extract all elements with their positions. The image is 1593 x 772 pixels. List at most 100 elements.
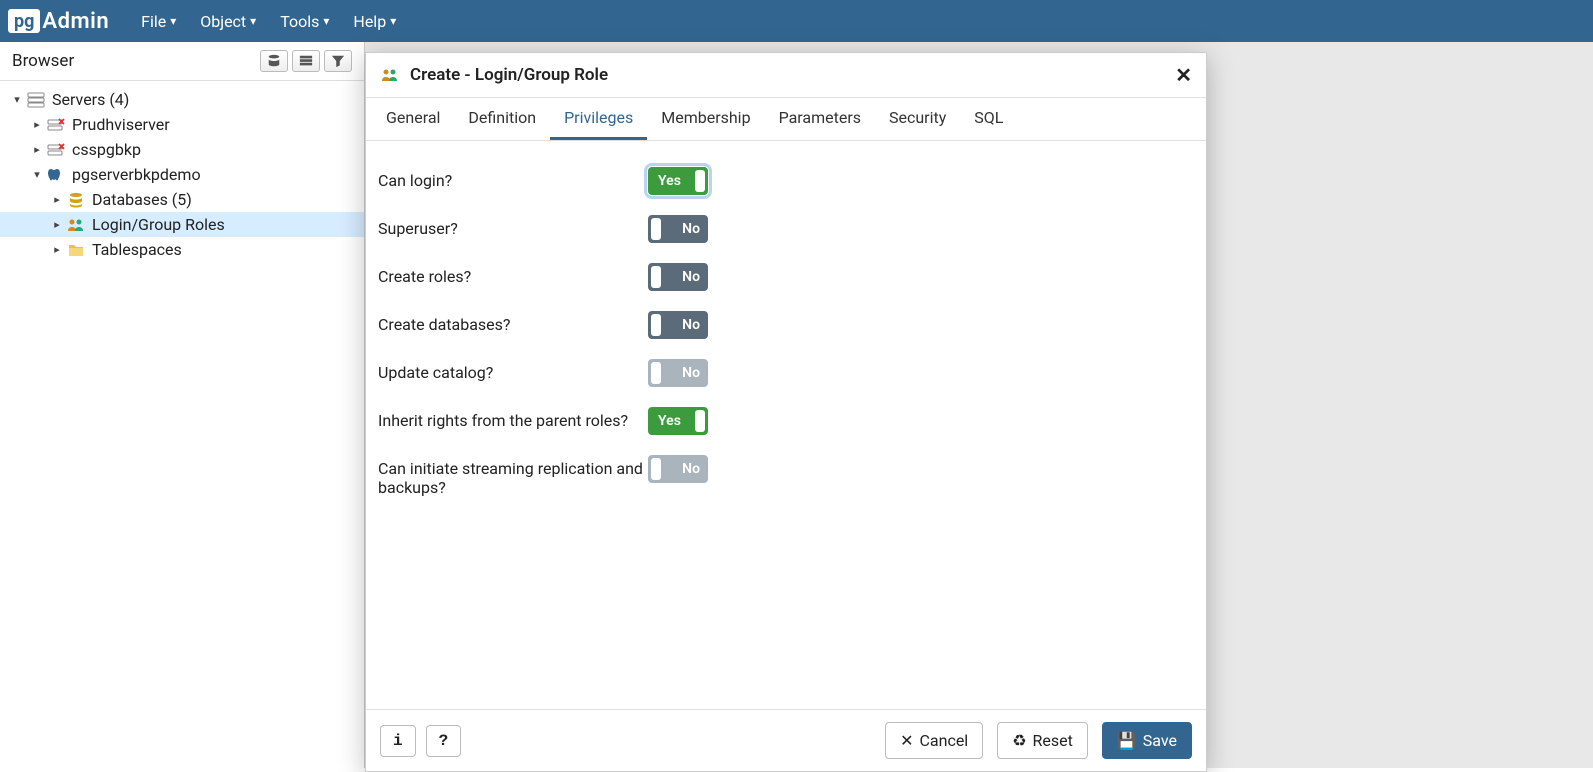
expand-icon[interactable]: ▸ <box>50 193 64 206</box>
privilege-field: Superuser? No <box>376 205 1196 253</box>
create-role-dialog: Create - Login/Group Role ✕ General Defi… <box>365 52 1207 772</box>
toggle-knob <box>651 314 661 336</box>
expand-icon[interactable]: ▸ <box>50 243 64 256</box>
query-tool-button[interactable] <box>260 50 288 72</box>
cancel-button[interactable]: ✕Cancel <box>885 722 983 759</box>
folder-icon <box>66 241 86 259</box>
reset-button[interactable]: ♻Reset <box>997 722 1088 759</box>
server-disconnected-icon <box>46 141 66 159</box>
privilege-label: Inherit rights from the parent roles? <box>376 407 648 430</box>
tab-definition[interactable]: Definition <box>454 98 550 140</box>
app-logo: pg Admin <box>8 9 109 34</box>
chevron-down-icon: ▾ <box>390 14 396 28</box>
collapse-icon[interactable]: ▾ <box>30 168 44 181</box>
toggle-knob <box>651 218 661 240</box>
save-label: Save <box>1143 731 1177 750</box>
menu-tools-label: Tools <box>280 12 319 31</box>
filter-button[interactable] <box>324 50 352 72</box>
tree-databases-item[interactable]: ▸ Databases (5) <box>0 187 364 212</box>
toggle-value: No <box>682 221 700 237</box>
main-content: Create - Login/Group Role ✕ General Defi… <box>365 42 1593 768</box>
elephant-icon <box>46 166 66 184</box>
expand-icon[interactable]: ▸ <box>50 218 64 231</box>
sidebar-toolbar <box>260 50 352 72</box>
database-icon <box>66 191 86 209</box>
main-menu: File▾ Object▾ Tools▾ Help▾ <box>133 8 404 35</box>
toggle-knob <box>651 458 661 480</box>
tree-login-roles-item[interactable]: ▸ Login/Group Roles <box>0 212 364 237</box>
menu-object-label: Object <box>200 12 246 31</box>
tree-item-label: Prudhviserver <box>72 115 170 134</box>
tab-sql[interactable]: SQL <box>960 98 1017 140</box>
tree-servers-label: Servers (4) <box>52 90 129 109</box>
tab-general[interactable]: General <box>372 98 454 140</box>
tree-item-label: Login/Group Roles <box>92 215 225 234</box>
toggle-knob <box>651 362 661 384</box>
privilege-label: Create roles? <box>376 263 648 286</box>
privilege-label: Superuser? <box>376 215 648 238</box>
tree-server-item[interactable]: ▾ pgserverbkpdemo <box>0 162 364 187</box>
info-button[interactable]: i <box>380 725 416 757</box>
logo-text: Admin <box>42 9 109 34</box>
privilege-toggle[interactable]: Yes <box>648 167 708 195</box>
chevron-down-icon: ▾ <box>170 14 176 28</box>
tree-server-item[interactable]: ▸ Prudhviserver <box>0 112 364 137</box>
privilege-toggle[interactable]: No <box>648 311 708 339</box>
dialog-footer: i ? ✕Cancel ♻Reset 💾 Save <box>366 709 1206 771</box>
tree-item-label: Databases (5) <box>92 190 192 209</box>
tree-server-item[interactable]: ▸ csspgbkp <box>0 137 364 162</box>
privilege-field: Create databases?No <box>376 301 1196 349</box>
privilege-field: Update catalog? No <box>376 349 1196 397</box>
recycle-icon: ♻ <box>1012 731 1026 750</box>
collapse-icon[interactable]: ▾ <box>10 93 24 106</box>
menu-file[interactable]: File▾ <box>133 8 184 35</box>
tab-privileges[interactable]: Privileges <box>550 98 647 140</box>
privilege-field: Create roles? No <box>376 253 1196 301</box>
dialog-title: Create - Login/Group Role <box>380 65 608 85</box>
dialog-header: Create - Login/Group Role ✕ <box>366 53 1206 98</box>
object-tree: ▾ Servers (4) ▸ Prudhviserver ▸ csspgbkp… <box>0 81 364 268</box>
view-data-button[interactable] <box>292 50 320 72</box>
privilege-toggle[interactable]: Yes <box>648 407 708 435</box>
expand-icon[interactable]: ▸ <box>30 118 44 131</box>
tab-security[interactable]: Security <box>875 98 960 140</box>
toggle-knob <box>695 410 705 432</box>
close-icon: ✕ <box>900 731 913 750</box>
tree-servers-root[interactable]: ▾ Servers (4) <box>0 87 364 112</box>
save-icon: 💾 <box>1117 731 1137 750</box>
toggle-knob <box>651 266 661 288</box>
help-button[interactable]: ? <box>426 725 462 757</box>
tree-tablespaces-item[interactable]: ▸ Tablespaces <box>0 237 364 262</box>
tree-item-label: Tablespaces <box>92 240 182 259</box>
menu-help-label: Help <box>353 12 386 31</box>
privilege-label: Create databases? <box>376 311 648 334</box>
toggle-value: Yes <box>658 173 681 189</box>
privilege-label: Can login? <box>376 167 648 190</box>
expand-icon[interactable]: ▸ <box>30 143 44 156</box>
privilege-field: Can login? Yes <box>376 157 1196 205</box>
privilege-toggle[interactable]: No <box>648 263 708 291</box>
menu-tools[interactable]: Tools ▾ <box>272 8 337 35</box>
help-icon: ? <box>439 732 449 750</box>
tree-item-label: pgserverbkpdemo <box>72 165 201 184</box>
toggle-value: Yes <box>658 413 681 429</box>
privilege-field: Can initiate streaming replication and b… <box>376 445 1196 507</box>
toggle-knob <box>695 170 705 192</box>
privilege-toggle: No <box>648 359 708 387</box>
dialog-tabs: General Definition Privileges Membership… <box>366 98 1206 141</box>
privilege-label: Update catalog? <box>376 359 648 382</box>
dialog-title-text: Create - Login/Group Role <box>410 65 608 85</box>
menu-help[interactable]: Help ▾ <box>345 8 404 35</box>
save-button[interactable]: 💾 Save <box>1102 722 1192 759</box>
menu-object[interactable]: Object▾ <box>192 8 264 35</box>
chevron-down-icon: ▾ <box>323 14 329 28</box>
privilege-toggle[interactable]: No <box>648 215 708 243</box>
server-disconnected-icon <box>46 116 66 134</box>
tab-membership[interactable]: Membership <box>647 98 764 140</box>
dialog-body: Can login? Yes Superuser? No Create roles? No… <box>366 141 1206 709</box>
tab-parameters[interactable]: Parameters <box>765 98 875 140</box>
toggle-value: No <box>682 269 700 285</box>
toggle-value: No <box>682 365 700 381</box>
close-icon[interactable]: ✕ <box>1175 63 1192 87</box>
info-icon: i <box>393 732 403 750</box>
